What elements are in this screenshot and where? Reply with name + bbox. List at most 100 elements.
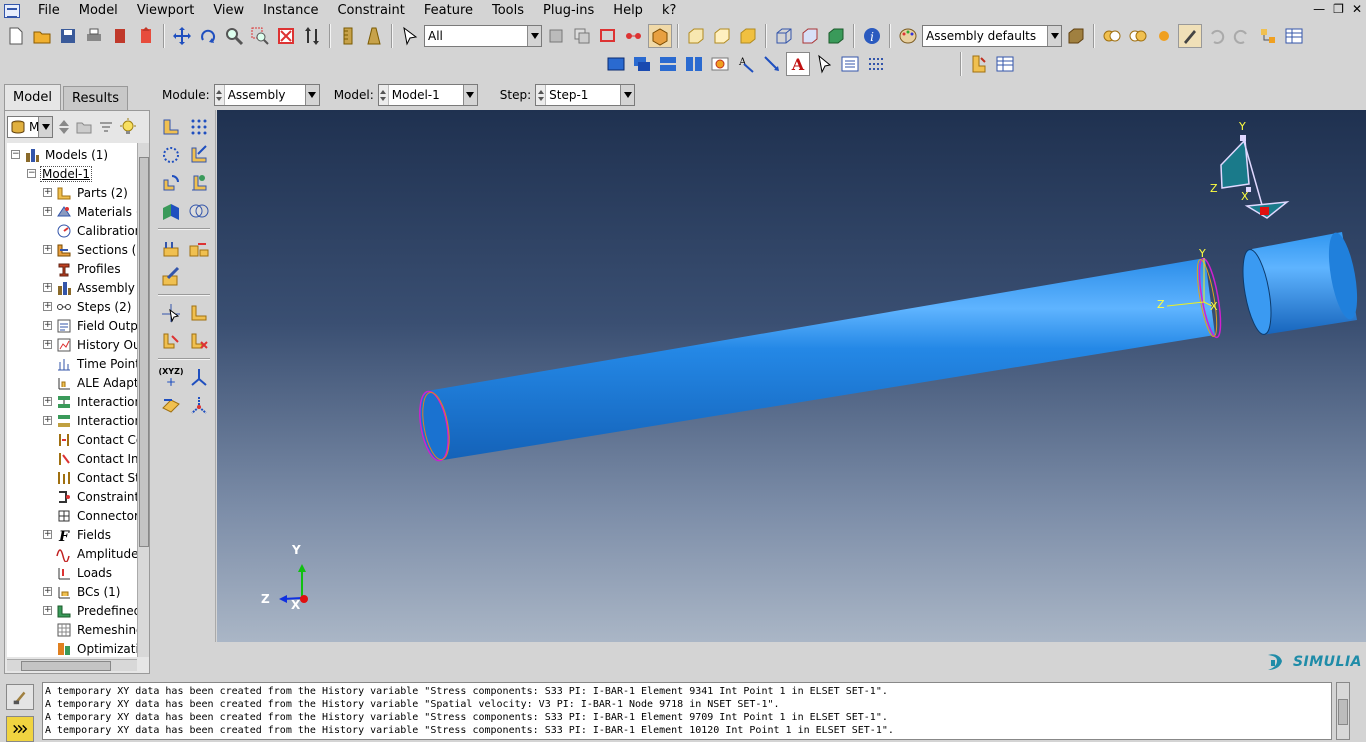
kernel-cli-icon[interactable] <box>6 716 34 742</box>
expand-icon[interactable]: + <box>43 397 52 406</box>
viewport-single-icon[interactable] <box>604 52 628 76</box>
radial-pattern-icon[interactable] <box>158 142 184 168</box>
select-layers-icon[interactable] <box>570 24 594 48</box>
minimize-icon[interactable]: — <box>1313 2 1325 16</box>
menu-plug-ins[interactable]: Plug-ins <box>533 0 603 22</box>
menu-constraint[interactable]: Constraint <box>327 0 413 22</box>
menu-model[interactable]: Model <box>69 0 127 22</box>
arrow-annotation-icon[interactable] <box>760 52 784 76</box>
display-group-icon[interactable] <box>1152 24 1176 48</box>
viewport-annotation-icon[interactable] <box>708 52 732 76</box>
module-select[interactable]: Assembly <box>213 84 320 106</box>
delete-instance-icon[interactable] <box>186 328 212 354</box>
collapse-icon[interactable]: − <box>27 169 36 178</box>
ruler-icon[interactable] <box>336 24 360 48</box>
chevron-down-icon[interactable] <box>620 85 635 105</box>
tree-up-down-icon[interactable] <box>57 117 71 137</box>
tree-item[interactable]: Calibration <box>43 221 137 240</box>
replace-all-icon[interactable] <box>1100 24 1124 48</box>
create-instance-icon[interactable] <box>158 114 184 140</box>
menu-help[interactable]: Help <box>603 0 652 22</box>
lightbulb-icon[interactable] <box>119 118 137 136</box>
expand-icon[interactable]: + <box>43 530 52 539</box>
auto-fit-icon[interactable] <box>274 24 298 48</box>
remove-selected-icon[interactable] <box>1126 24 1150 48</box>
dashed-list-icon[interactable] <box>864 52 888 76</box>
expand-icon[interactable]: + <box>43 207 52 216</box>
context-help-button[interactable]: k? <box>652 0 685 22</box>
tree-item[interactable]: Contact Ini <box>43 449 137 468</box>
tree-item[interactable]: + Predefined <box>43 601 137 620</box>
spinner-icon[interactable] <box>536 85 547 105</box>
measure-icon[interactable] <box>362 24 386 48</box>
menu-instance[interactable]: Instance <box>253 0 327 22</box>
message-log[interactable]: A temporary XY data has been created fro… <box>42 682 1332 740</box>
menu-file[interactable]: File <box>28 0 69 22</box>
chevron-down-icon[interactable] <box>527 26 541 46</box>
model-select[interactable]: Model-1 <box>377 84 478 106</box>
tree-item[interactable]: − Model-1 <box>27 164 92 183</box>
spinner-icon[interactable] <box>378 85 389 105</box>
bar-instance[interactable] <box>415 257 1225 463</box>
tree-folder-icon[interactable] <box>75 118 93 136</box>
expand-icon[interactable]: + <box>43 283 52 292</box>
tree-item[interactable]: Amplitudes <box>43 544 137 563</box>
select-from-list-icon[interactable] <box>544 24 568 48</box>
list-icon[interactable] <box>838 52 862 76</box>
datum-point-icon[interactable]: (XYZ) <box>158 364 184 390</box>
expand-icon[interactable]: + <box>43 587 52 596</box>
database-icon[interactable] <box>108 24 132 48</box>
chevron-down-icon[interactable] <box>1047 26 1061 46</box>
chevron-down-icon[interactable] <box>38 117 52 137</box>
tree-item[interactable]: Remeshing <box>43 620 137 639</box>
scroll-thumb[interactable] <box>139 157 149 547</box>
tree-item[interactable]: Loads <box>43 563 112 582</box>
tree-item[interactable]: + Parts (2) <box>43 183 128 202</box>
tree-item[interactable]: + Materials ( <box>43 202 137 221</box>
print-icon[interactable] <box>82 24 106 48</box>
hidden-lines-icon[interactable] <box>798 24 822 48</box>
tree-manager-icon[interactable] <box>1256 24 1280 48</box>
select-at-point-icon[interactable] <box>622 24 646 48</box>
tree-item[interactable]: Connector <box>43 506 137 525</box>
render-style-select[interactable]: Assembly defaults <box>922 25 1062 47</box>
tree-item[interactable]: Profiles <box>43 259 121 278</box>
boolean-icon[interactable] <box>186 198 212 224</box>
wireframe-icon[interactable] <box>772 24 796 48</box>
3d-selection-icon[interactable] <box>648 24 672 48</box>
close-icon[interactable]: ✕ <box>1352 2 1362 16</box>
open-folder-icon[interactable] <box>30 24 54 48</box>
scroll-thumb[interactable] <box>21 661 111 671</box>
tree-item[interactable]: + Interaction <box>43 392 137 411</box>
tree-item[interactable]: Contact Co <box>43 430 137 449</box>
translate-to-icon[interactable] <box>186 170 212 196</box>
cycle-views-icon[interactable] <box>300 24 324 48</box>
color-code-icon[interactable] <box>1064 24 1088 48</box>
query-feature-icon[interactable] <box>967 52 991 76</box>
table-icon[interactable] <box>1282 24 1306 48</box>
tree-item[interactable]: + Steps (2) <box>43 297 131 316</box>
rotate-instance-icon[interactable] <box>158 170 184 196</box>
viewport-cascade-icon[interactable] <box>630 52 654 76</box>
expand-icon[interactable]: + <box>43 302 52 311</box>
tree-item[interactable]: ALE Adapt <box>43 373 137 392</box>
shaded-icon[interactable] <box>824 24 848 48</box>
tree-horizontal-scrollbar[interactable] <box>7 659 137 671</box>
tab-results[interactable]: Results <box>63 86 128 110</box>
parallel-face-icon[interactable] <box>158 236 184 262</box>
datum-plane-icon[interactable] <box>158 392 184 418</box>
selection-filter-select[interactable]: All <box>424 25 542 47</box>
tree-item[interactable]: Optimizatio <box>43 639 137 657</box>
tree-item[interactable]: + Field Outp <box>43 316 137 335</box>
edit-feature-icon[interactable] <box>158 264 184 290</box>
zoom-icon[interactable] <box>222 24 246 48</box>
tree-item[interactable]: + Interaction <box>43 411 137 430</box>
message-scrollbar[interactable] <box>1336 682 1350 740</box>
query-icon[interactable] <box>1178 24 1202 48</box>
database-red-icon[interactable] <box>134 24 158 48</box>
undo-icon[interactable] <box>1204 24 1228 48</box>
scroll-thumb[interactable] <box>1338 699 1348 725</box>
expand-icon[interactable]: + <box>43 606 52 615</box>
message-area-toggle-icon[interactable] <box>6 684 34 710</box>
box-zoom-icon[interactable] <box>248 24 272 48</box>
